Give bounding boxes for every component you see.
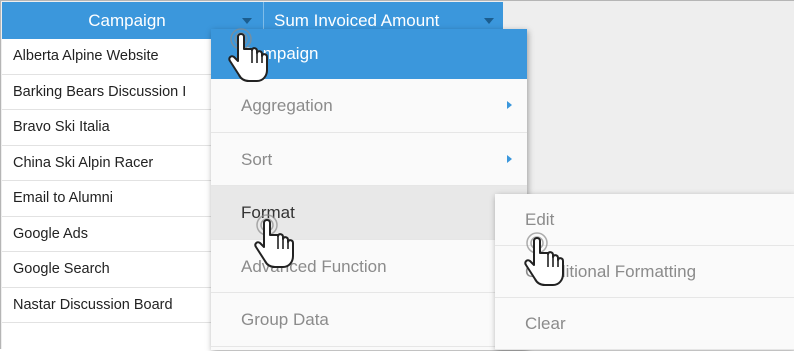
caret-down-icon[interactable] <box>484 18 494 24</box>
table-row: Email to Alumni <box>2 181 212 217</box>
table-row: Google Search <box>2 252 212 288</box>
table-row: Google Ads <box>2 217 212 252</box>
menu-item-label: Aggregation <box>241 96 333 115</box>
caret-right-icon <box>507 154 512 163</box>
submenu-item-edit[interactable]: Edit <box>495 194 794 246</box>
format-submenu: Edit Conditional Formatting Clear <box>495 194 794 350</box>
column-context-menu: Campaign Aggregation Sort Format Advance… <box>211 29 527 350</box>
table-row: Barking Bears Discussion I <box>2 75 212 110</box>
menu-item-label: Advanced Function <box>241 256 387 276</box>
menu-item-format[interactable]: Format <box>211 186 527 240</box>
menu-item-label: Group Data <box>241 310 329 329</box>
table-row: Alberta Alpine Website <box>2 39 212 75</box>
table-row: China Ski Alpin Racer <box>2 146 212 181</box>
menu-item-label: Sort <box>241 149 273 169</box>
menu-title[interactable]: Campaign <box>211 29 527 79</box>
caret-down-icon[interactable] <box>242 18 252 24</box>
menu-item-aggregation[interactable]: Aggregation <box>211 79 527 133</box>
menu-item-sort[interactable]: Sort <box>211 133 527 186</box>
report-canvas: Campaign Sum Invoiced Amount Alberta Alp… <box>0 0 794 351</box>
menu-item-group-data[interactable]: Group Data <box>211 293 527 347</box>
table-row: Nastar Discussion Board <box>2 288 212 323</box>
campaign-column: Alberta Alpine Website Barking Bears Dis… <box>2 39 212 351</box>
caret-right-icon <box>507 101 512 109</box>
submenu-item-conditional-formatting[interactable]: Conditional Formatting <box>495 246 794 298</box>
submenu-item-clear[interactable]: Clear <box>495 298 794 350</box>
table-row: Bravo Ski Italia <box>2 110 212 146</box>
menu-item-label: Format <box>241 203 295 222</box>
menu-item-advanced-function[interactable]: Advanced Function <box>211 240 527 293</box>
